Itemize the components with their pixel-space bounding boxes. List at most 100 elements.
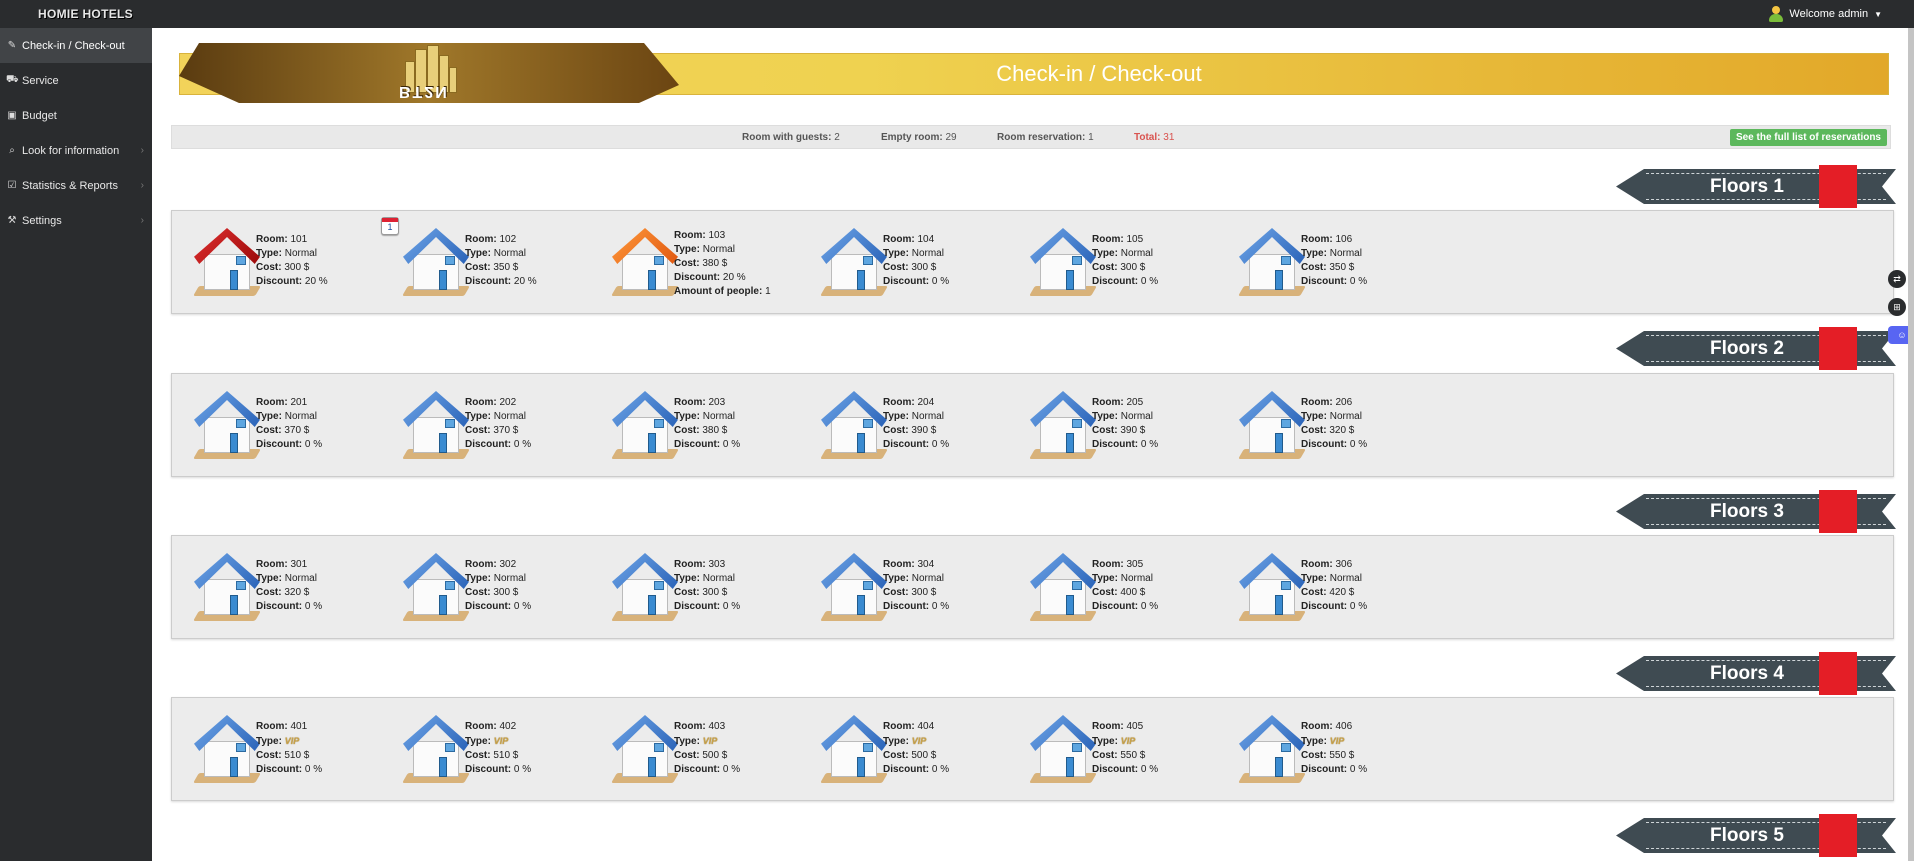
room-info: Room: 101 Type: Normal Cost: 300 $ Disco… (256, 234, 328, 287)
floor-title: Floors 5 (1710, 825, 1784, 846)
floor-title: Floors 2 (1710, 338, 1784, 359)
sidebar-item-5[interactable]: ⚒ Settings › (0, 203, 152, 238)
house-icon (1029, 226, 1098, 298)
empty-stat: Empty room: 29 (881, 132, 957, 143)
edit-icon: ✎ (7, 40, 17, 51)
scrollbar[interactable] (1908, 28, 1914, 861)
room-card[interactable]: Room: 206 Type: Normal Cost: 320 $ Disco… (1217, 384, 1417, 469)
room-card[interactable]: Room: 106 Type: Normal Cost: 350 $ Disco… (1217, 221, 1417, 306)
room-card[interactable]: Room: 202 Type: Normal Cost: 370 $ Disco… (381, 384, 581, 469)
house-icon (402, 551, 471, 623)
room-card[interactable]: Room: 201 Type: Normal Cost: 370 $ Disco… (172, 384, 372, 469)
house-icon (611, 551, 680, 623)
house-icon (402, 226, 471, 298)
room-info: Room: 102 Type: Normal Cost: 350 $ Disco… (465, 234, 537, 287)
house-icon (611, 389, 680, 461)
room-info: Room: 206 Type: Normal Cost: 320 $ Disco… (1301, 397, 1368, 450)
room-card[interactable]: Room: 405 Type: VIP Cost: 550 $ Discount… (1008, 708, 1208, 793)
floor-ribbon: Floors 2 (1616, 327, 1896, 370)
floor-ribbon: Floors 1 (1616, 165, 1896, 208)
room-info: Room: 402 Type: VIP Cost: 510 $ Discount… (465, 721, 532, 775)
room-card[interactable]: 1 Room: 102 Type: Normal Cost: 350 $ Dis… (381, 217, 581, 306)
floating-tools: ⇄ ⊞ ☺ (1888, 270, 1914, 354)
room-info: Room: 106 Type: Normal Cost: 350 $ Disco… (1301, 234, 1368, 287)
reservation-stat: Room reservation: 1 (997, 132, 1094, 143)
floor-title: Floors 3 (1710, 501, 1784, 522)
house-icon (1238, 551, 1307, 623)
room-card[interactable]: Room: 401 Type: VIP Cost: 510 $ Discount… (172, 708, 372, 793)
room-card[interactable]: Room: 301 Type: Normal Cost: 320 $ Disco… (172, 546, 372, 631)
total-stat: Total: 31 (1134, 132, 1175, 143)
room-card[interactable]: Room: 303 Type: Normal Cost: 300 $ Disco… (590, 546, 790, 631)
house-icon (1238, 713, 1307, 785)
full-reservations-button[interactable]: See the full list of reservations (1729, 129, 1887, 146)
room-stats-bar: Room with guests: 2 Empty room: 29 Room … (171, 125, 1891, 149)
floor-title: Floors 1 (1710, 176, 1784, 197)
vip-type-icon: VIP (702, 736, 718, 746)
translate-icon[interactable]: ⇄ (1888, 270, 1906, 288)
room-card[interactable]: Room: 404 Type: VIP Cost: 500 $ Discount… (799, 708, 999, 793)
house-icon (402, 389, 471, 461)
ribbon-accent (1819, 814, 1857, 857)
room-card[interactable]: Room: 205 Type: Normal Cost: 390 $ Disco… (1008, 384, 1208, 469)
money-icon: ▣ (7, 110, 17, 121)
sidebar-item-2[interactable]: ▣ Budget (0, 98, 152, 133)
room-card[interactable]: Room: 403 Type: VIP Cost: 500 $ Discount… (590, 708, 790, 793)
house-icon (820, 551, 889, 623)
room-card[interactable]: Room: 306 Type: Normal Cost: 420 $ Disco… (1217, 546, 1417, 631)
room-info: Room: 105 Type: Normal Cost: 300 $ Disco… (1092, 234, 1159, 287)
calendar-check-icon: ☑ (7, 180, 17, 191)
room-card[interactable]: Room: 302 Type: Normal Cost: 300 $ Disco… (381, 546, 581, 631)
floor-panel: Room: 201 Type: Normal Cost: 370 $ Disco… (171, 373, 1894, 477)
room-info: Room: 406 Type: VIP Cost: 550 $ Discount… (1301, 721, 1368, 775)
room-card[interactable]: Room: 104 Type: Normal Cost: 300 $ Disco… (799, 221, 999, 306)
user-menu[interactable]: Welcome admin ▼ (1769, 6, 1882, 22)
room-info: Room: 103 Type: Normal Cost: 380 $ Disco… (674, 230, 771, 297)
floor-panel: Room: 101 Type: Normal Cost: 300 $ Disco… (171, 210, 1894, 314)
room-card[interactable]: Room: 105 Type: Normal Cost: 300 $ Disco… (1008, 221, 1208, 306)
room-card[interactable]: Room: 203 Type: Normal Cost: 380 $ Disco… (590, 384, 790, 469)
sidebar-item-3[interactable]: ⌕ Look for information › (0, 133, 152, 168)
room-card[interactable]: Room: 101 Type: Normal Cost: 300 $ Disco… (172, 221, 372, 306)
ribbon-accent (1819, 327, 1857, 370)
guests-stat: Room with guests: 2 (742, 132, 840, 143)
room-card[interactable]: Room: 103 Type: Normal Cost: 380 $ Disco… (590, 221, 790, 306)
floor-panel: Room: 401 Type: VIP Cost: 510 $ Discount… (171, 697, 1894, 801)
ribbon-accent (1819, 490, 1857, 533)
room-card[interactable]: Room: 406 Type: VIP Cost: 550 $ Discount… (1217, 708, 1417, 793)
reservation-calendar-icon: 1 (381, 217, 399, 235)
ribbon-accent (1819, 165, 1857, 208)
room-info: Room: 202 Type: Normal Cost: 370 $ Disco… (465, 397, 532, 450)
room-card[interactable]: Room: 304 Type: Normal Cost: 300 $ Disco… (799, 546, 999, 631)
floor-ribbon: Floors 3 (1616, 490, 1896, 533)
house-icon (820, 226, 889, 298)
room-card[interactable]: Room: 204 Type: Normal Cost: 390 $ Disco… (799, 384, 999, 469)
room-info: Room: 305 Type: Normal Cost: 400 $ Disco… (1092, 559, 1159, 612)
sidebar-item-0[interactable]: ✎ Check-in / Check-out (0, 28, 152, 63)
room-info: Room: 403 Type: VIP Cost: 500 $ Discount… (674, 721, 741, 775)
room-info: Room: 404 Type: VIP Cost: 500 $ Discount… (883, 721, 950, 775)
room-info: Room: 204 Type: Normal Cost: 390 $ Disco… (883, 397, 950, 450)
room-info: Room: 304 Type: Normal Cost: 300 $ Disco… (883, 559, 950, 612)
grid-icon[interactable]: ⊞ (1888, 298, 1906, 316)
wrench-icon: ⚒ (7, 215, 17, 226)
house-icon (611, 226, 680, 298)
user-icon (1769, 6, 1784, 22)
sidebar-item-4[interactable]: ☑ Statistics & Reports › (0, 168, 152, 203)
sidebar-item-1[interactable]: ⛟ Service (0, 63, 152, 98)
sidebar-item-label: Check-in / Check-out (22, 39, 125, 52)
room-info: Room: 303 Type: Normal Cost: 300 $ Disco… (674, 559, 741, 612)
house-icon (1029, 389, 1098, 461)
vip-type-icon: VIP (1329, 736, 1345, 746)
house-icon (193, 713, 262, 785)
floor-panel: Room: 301 Type: Normal Cost: 320 $ Disco… (171, 535, 1894, 639)
search-icon: ⌕ (9, 145, 15, 156)
vip-type-icon: VIP (284, 736, 300, 746)
chevron-right-icon: › (140, 145, 144, 156)
room-info: Room: 104 Type: Normal Cost: 300 $ Disco… (883, 234, 950, 287)
room-card[interactable]: Room: 402 Type: VIP Cost: 510 $ Discount… (381, 708, 581, 793)
room-info: Room: 302 Type: Normal Cost: 300 $ Disco… (465, 559, 532, 612)
sidebar-item-label: Look for information (22, 144, 120, 157)
room-card[interactable]: Room: 305 Type: Normal Cost: 400 $ Disco… (1008, 546, 1208, 631)
brand-logo[interactable]: HOMIE HOTELS (38, 7, 133, 21)
